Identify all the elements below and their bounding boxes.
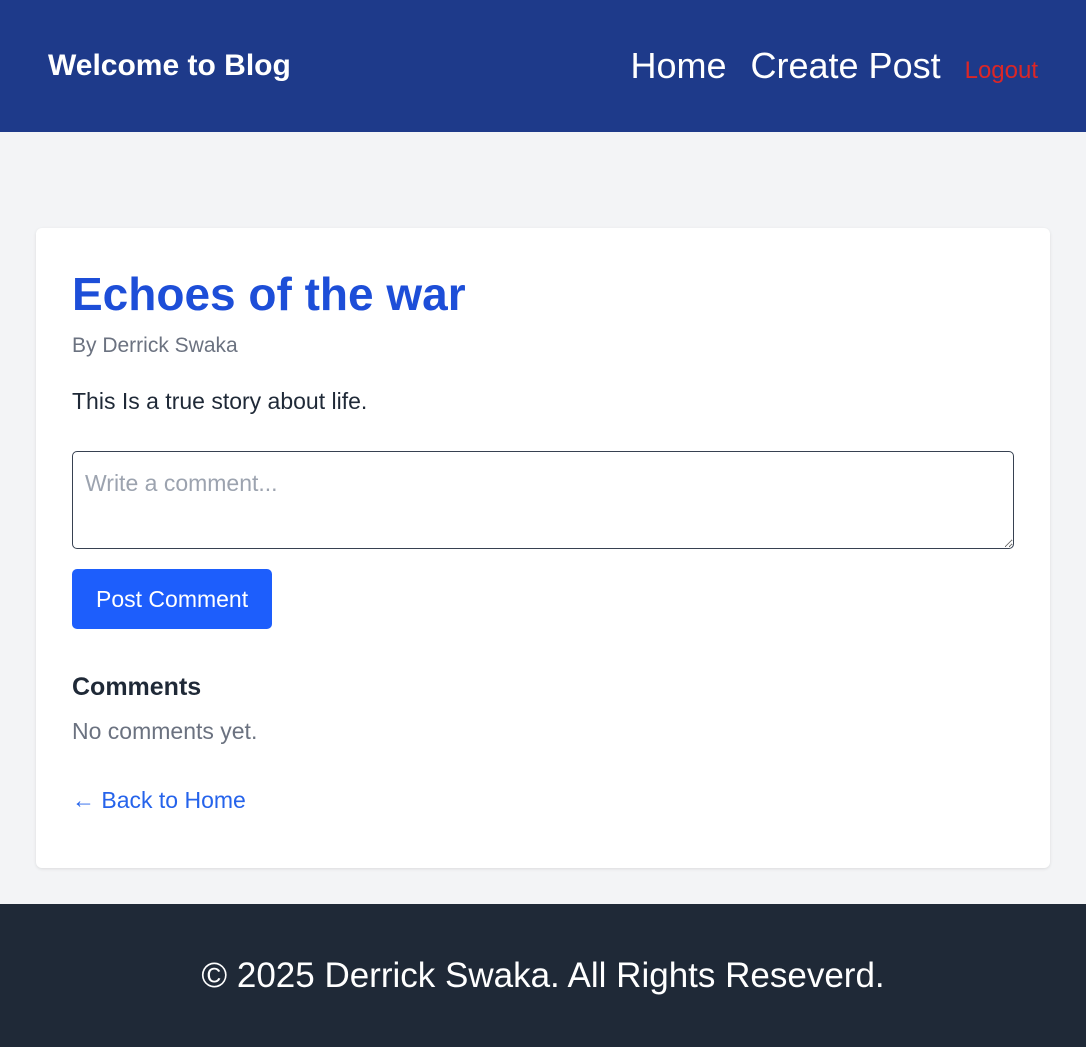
footer-copyright: © 2025 Derrick Swaka. All Rights Resever… xyxy=(201,955,885,995)
site-header: Welcome to Blog Home Create Post Logout xyxy=(0,0,1086,132)
comment-input[interactable] xyxy=(72,451,1014,549)
comments-heading: Comments xyxy=(72,673,202,701)
main-content: Echoes of the war By Derrick Swaka This … xyxy=(0,132,1086,904)
main-nav: Home Create Post Logout xyxy=(630,45,1038,87)
nav-home-link[interactable]: Home xyxy=(630,45,726,87)
back-to-home-link[interactable]: ← Back to Home xyxy=(72,787,246,814)
post-comment-button[interactable]: Post Comment xyxy=(72,569,273,629)
no-comments-text: No comments yet. xyxy=(72,718,258,744)
post-card: Echoes of the war By Derrick Swaka This … xyxy=(36,228,1050,868)
nav-logout-link[interactable]: Logout xyxy=(965,57,1038,85)
post-author: By Derrick Swaka xyxy=(72,334,238,357)
nav-create-post-link[interactable]: Create Post xyxy=(751,45,941,87)
post-title: Echoes of the war xyxy=(72,268,466,320)
post-content: This Is a true story about life. xyxy=(72,388,368,414)
site-footer: © 2025 Derrick Swaka. All Rights Resever… xyxy=(0,904,1086,1047)
site-brand: Welcome to Blog xyxy=(48,49,291,82)
